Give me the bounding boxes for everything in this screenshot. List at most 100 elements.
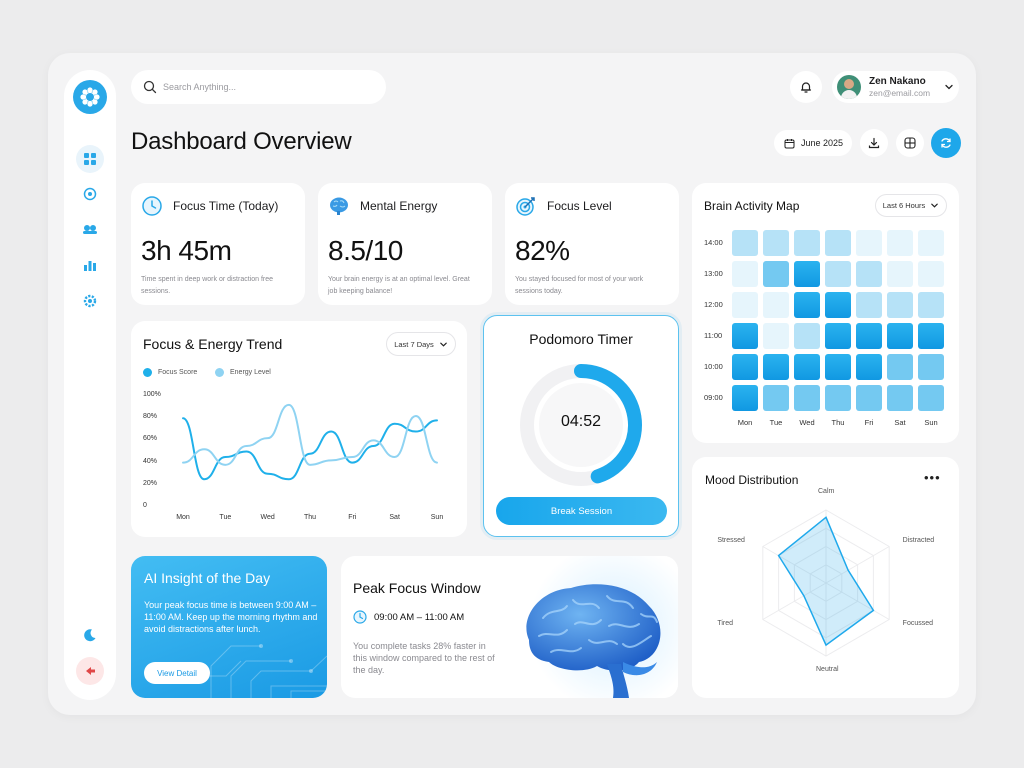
heatmap-cell[interactable] bbox=[763, 292, 789, 318]
date-picker-button[interactable]: June 2025 bbox=[774, 130, 852, 156]
peak-title: Peak Focus Window bbox=[353, 580, 481, 596]
stat-label: Focus Time (Today) bbox=[173, 199, 279, 213]
dashboard-icon[interactable] bbox=[76, 145, 104, 173]
heatmap-cell[interactable] bbox=[856, 385, 882, 411]
stat-value: 8.5/10 bbox=[328, 235, 403, 266]
settings-icon[interactable] bbox=[76, 287, 104, 315]
analytics-icon[interactable] bbox=[76, 251, 104, 279]
peak-time: 09:00 AM – 11:00 AM bbox=[374, 611, 465, 623]
heatmap-range-label: Last 6 Hours bbox=[882, 201, 926, 210]
radar-axis-label: Calm bbox=[818, 488, 835, 495]
heatmap-cell[interactable] bbox=[856, 292, 882, 318]
heatmap-cell[interactable] bbox=[763, 354, 789, 380]
search-input[interactable]: Search Anything... bbox=[131, 70, 386, 104]
download-button[interactable] bbox=[860, 129, 888, 157]
heatmap-row-label: 14:00 bbox=[704, 238, 723, 247]
heatmap-range-dropdown[interactable]: Last 6 Hours bbox=[875, 194, 947, 217]
heatmap-cell[interactable] bbox=[825, 292, 851, 318]
heatmap-col-label: Sun bbox=[924, 418, 938, 427]
heatmap-cell[interactable] bbox=[825, 323, 851, 349]
logo-icon[interactable] bbox=[73, 80, 107, 114]
heatmap-cell[interactable] bbox=[825, 385, 851, 411]
heatmap-cell[interactable] bbox=[732, 323, 758, 349]
heatmap-title: Brain Activity Map bbox=[704, 199, 800, 213]
stat-label: Mental Energy bbox=[360, 199, 438, 213]
heatmap-col-label: Wed bbox=[799, 418, 815, 427]
radar-axis-label: Stressed bbox=[717, 536, 745, 544]
trend-chart bbox=[182, 403, 438, 481]
view-detail-button[interactable]: View Detail bbox=[144, 662, 210, 684]
heatmap-cell[interactable] bbox=[794, 292, 820, 318]
target-nav-icon[interactable] bbox=[76, 180, 104, 208]
heatmap-cell[interactable] bbox=[763, 261, 789, 287]
heatmap-row-label: 09:00 bbox=[704, 393, 723, 402]
heatmap-cell[interactable] bbox=[763, 323, 789, 349]
heatmap-cell[interactable] bbox=[794, 230, 820, 256]
heatmap-cell[interactable] bbox=[918, 323, 944, 349]
logout-icon[interactable] bbox=[76, 657, 104, 685]
stat-description: You stayed focused for most of your work… bbox=[515, 276, 644, 295]
peak-time-row: 09:00 AM – 11:00 AM bbox=[353, 610, 464, 624]
heatmap-cell[interactable] bbox=[887, 292, 913, 318]
heatmap-cell[interactable] bbox=[763, 230, 789, 256]
heatmap-cell[interactable] bbox=[918, 230, 944, 256]
heatmap-cell[interactable] bbox=[856, 323, 882, 349]
peak-text: You complete tasks 28% faster in this wi… bbox=[353, 641, 495, 675]
series-line-energy-level bbox=[182, 403, 438, 466]
heatmap-cell[interactable] bbox=[732, 385, 758, 411]
notification-bell-icon[interactable] bbox=[790, 71, 822, 103]
layout-button[interactable] bbox=[896, 129, 924, 157]
radar-axis-label: Focussed bbox=[902, 619, 934, 627]
target-icon bbox=[516, 197, 535, 216]
chevron-down-icon bbox=[945, 84, 953, 90]
search-placeholder: Search Anything... bbox=[163, 82, 237, 92]
stat-description: Time spent in deep work or distraction f… bbox=[141, 276, 274, 295]
heatmap-col-label: Thu bbox=[831, 418, 845, 427]
heatmap-cell[interactable] bbox=[794, 261, 820, 287]
heatmap-cell[interactable] bbox=[732, 354, 758, 380]
heatmap-cell[interactable] bbox=[918, 292, 944, 318]
break-session-button[interactable]: Break Session bbox=[496, 497, 667, 525]
heatmap-cell[interactable] bbox=[918, 261, 944, 287]
timer-time: 04:52 bbox=[560, 413, 602, 430]
heatmap-cell[interactable] bbox=[825, 354, 851, 380]
dark-mode-icon[interactable] bbox=[76, 621, 104, 649]
heatmap-cell[interactable] bbox=[887, 323, 913, 349]
heatmap-cell[interactable] bbox=[856, 261, 882, 287]
heatmap-cell[interactable] bbox=[918, 354, 944, 380]
heatmap-col-label: Sat bbox=[894, 418, 906, 427]
heatmap-cell[interactable] bbox=[732, 292, 758, 318]
heatmap-cell[interactable] bbox=[732, 261, 758, 287]
user-profile-menu[interactable]: Zen Nakano zen@email.com bbox=[832, 71, 959, 103]
heatmap-cell[interactable] bbox=[887, 230, 913, 256]
heatmap-cell[interactable] bbox=[794, 354, 820, 380]
user-email: zen@email.com bbox=[869, 88, 931, 98]
refresh-button[interactable] bbox=[931, 128, 961, 158]
date-label: June 2025 bbox=[801, 138, 844, 148]
heatmap-row-label: 11:00 bbox=[704, 331, 723, 340]
sidebar bbox=[64, 70, 116, 700]
heatmap-col-label: Tue bbox=[769, 418, 783, 427]
heatmap-cell[interactable] bbox=[825, 261, 851, 287]
heatmap-cell[interactable] bbox=[763, 385, 789, 411]
insight-text: Your peak focus time is between 9:00 AM … bbox=[144, 600, 318, 634]
heatmap-cell[interactable] bbox=[794, 385, 820, 411]
peak-focus-card: Peak Focus Window 09:00 AM – 11:00 AM Yo… bbox=[341, 556, 678, 698]
series-line-focus-score bbox=[182, 417, 438, 481]
ai-insight-card: AI Insight of the Day Your peak focus ti… bbox=[131, 556, 327, 698]
heatmap-cell[interactable] bbox=[887, 385, 913, 411]
clock-icon bbox=[353, 610, 367, 624]
heatmap-cell[interactable] bbox=[887, 354, 913, 380]
radar-data-polygon bbox=[777, 516, 875, 647]
heatmap-row-label: 12:00 bbox=[704, 300, 723, 309]
heatmap-cell[interactable] bbox=[732, 230, 758, 256]
heatmap-cell[interactable] bbox=[856, 230, 882, 256]
heatmap-cell[interactable] bbox=[856, 354, 882, 380]
heatmap-cell[interactable] bbox=[825, 230, 851, 256]
heatmap-cell[interactable] bbox=[887, 261, 913, 287]
team-icon[interactable] bbox=[76, 215, 104, 243]
brain-illustration bbox=[526, 584, 661, 698]
radar-axis-label: Distracted bbox=[902, 536, 935, 544]
heatmap-cell[interactable] bbox=[918, 385, 944, 411]
heatmap-cell[interactable] bbox=[794, 323, 820, 349]
